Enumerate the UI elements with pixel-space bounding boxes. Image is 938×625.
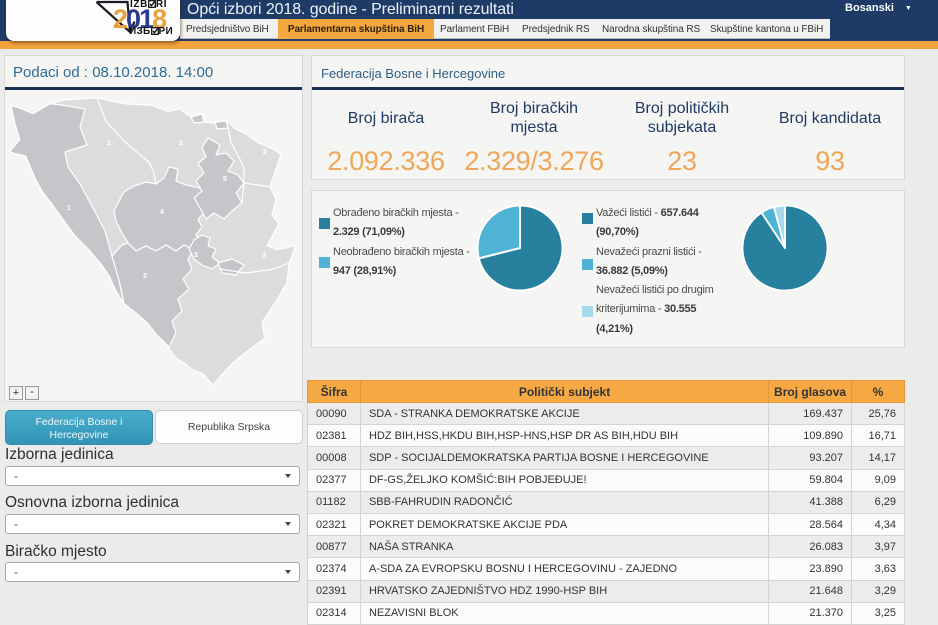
svg-text:2: 2	[263, 147, 267, 156]
svg-text:2: 2	[179, 138, 183, 147]
svg-text:1: 1	[107, 138, 111, 147]
svg-text:3: 3	[194, 250, 198, 259]
svg-text:5: 5	[223, 174, 227, 183]
svg-text:3: 3	[262, 250, 266, 259]
svg-text:2: 2	[143, 271, 147, 280]
svg-text:1: 1	[67, 203, 71, 212]
